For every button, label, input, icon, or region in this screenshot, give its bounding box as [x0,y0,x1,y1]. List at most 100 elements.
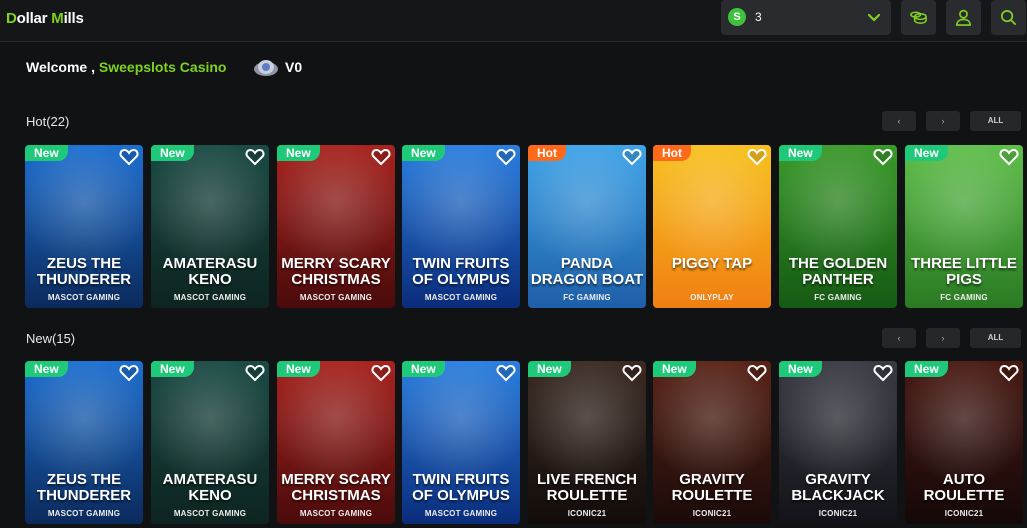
game-card[interactable]: New ZEUS THE THUNDERER MASCOT GAMING [25,145,143,308]
game-card[interactable]: New MERRY SCARY CHRISTMAS MASCOT GAMING [277,145,395,308]
game-badge: Hot [528,145,566,161]
game-card[interactable]: New AMATERASU KENO MASCOT GAMING [151,145,269,308]
game-provider: FC GAMING [563,293,611,302]
game-thumbnail [653,145,771,308]
vip-level-label: V0 [285,59,303,75]
game-badge: New [151,145,194,161]
favorite-heart-icon[interactable] [371,148,391,166]
favorite-heart-icon[interactable] [622,364,642,382]
game-badge: New [402,145,445,161]
game-card[interactable]: New ZEUS THE THUNDERER MASCOT GAMING [25,361,143,524]
logo-letter-m: M [51,10,64,27]
favorite-heart-icon[interactable] [496,364,516,382]
favorite-heart-icon[interactable] [245,148,265,166]
game-provider: ICONIC21 [692,509,732,518]
game-title: TWIN FRUITS OF OLYMPUS [412,471,510,504]
game-provider: ICONIC21 [944,509,984,518]
coin-balance-select[interactable]: S 3 [721,0,891,35]
favorite-heart-icon[interactable] [119,364,139,382]
game-badge: New [779,145,822,161]
favorite-heart-icon[interactable] [999,148,1019,166]
welcome-message: Welcome , Sweepslots Casino [26,59,226,75]
game-title: ZEUS THE THUNDERER [36,471,132,504]
game-title: GRAVITY ROULETTE [671,471,753,504]
game-title: PIGGY TAP [671,255,753,272]
search-icon [1000,9,1017,26]
game-title: PANDA DRAGON BOAT [530,255,644,288]
game-title: AUTO ROULETTE [923,471,1005,504]
coins-icon [910,11,927,24]
profile-button[interactable] [946,0,981,35]
new-next-button[interactable]: › [926,328,960,348]
game-badge: New [25,361,68,377]
hot-games-row: New ZEUS THE THUNDERER MASCOT GAMING New AMA… [0,145,1027,310]
game-provider: MASCOT GAMING [299,509,373,518]
favorite-heart-icon[interactable] [496,148,516,166]
favorite-heart-icon[interactable] [747,148,767,166]
favorite-heart-icon[interactable] [371,364,391,382]
game-provider: MASCOT GAMING [173,509,247,518]
game-badge: New [653,361,696,377]
game-card[interactable]: New GRAVITY BLACKJACK ICONIC21 [779,361,897,524]
search-button[interactable] [991,0,1026,35]
game-badge: New [905,145,948,161]
game-title: LIVE FRENCH ROULETTE [536,471,637,504]
game-title: MERRY SCARY CHRISTMAS [281,471,391,504]
game-provider: MASCOT GAMING [47,293,121,302]
favorite-heart-icon[interactable] [245,364,265,382]
game-badge: New [402,361,445,377]
game-title: MERRY SCARY CHRISTMAS [281,255,391,288]
favorite-heart-icon[interactable] [999,364,1019,382]
favorite-heart-icon[interactable] [119,148,139,166]
favorite-heart-icon[interactable] [622,148,642,166]
game-badge: New [151,361,194,377]
site-logo[interactable]: Dollar Mills [6,10,84,27]
game-card[interactable]: New TWIN FRUITS OF OLYMPUS MASCOT GAMING [402,361,520,524]
game-provider: MASCOT GAMING [47,509,121,518]
game-provider: FC GAMING [814,293,862,302]
logo-text-end: ills [63,10,84,27]
top-header: Dollar Mills S 3 [0,0,1027,42]
chevron-down-icon [867,13,881,22]
section-title-hot: Hot(22) [26,114,70,129]
game-badge: Hot [653,145,691,161]
game-title: TWIN FRUITS OF OLYMPUS [412,255,510,288]
game-provider: FC GAMING [940,293,988,302]
user-icon [956,9,971,26]
game-card[interactable]: Hot PIGGY TAP ONLYPLAY [653,145,771,308]
game-card[interactable]: New TWIN FRUITS OF OLYMPUS MASCOT GAMING [402,145,520,308]
game-card[interactable]: New MERRY SCARY CHRISTMAS MASCOT GAMING [277,361,395,524]
game-card[interactable]: New LIVE FRENCH ROULETTE ICONIC21 [528,361,646,524]
game-card[interactable]: New THE GOLDEN PANTHER FC GAMING [779,145,897,308]
favorite-heart-icon[interactable] [873,364,893,382]
game-badge: New [25,145,68,161]
game-badge: New [277,361,320,377]
favorite-heart-icon[interactable] [747,364,767,382]
game-title: THREE LITTLE PIGS [911,255,1017,288]
game-provider: MASCOT GAMING [424,293,498,302]
hot-prev-button[interactable]: ‹ [882,111,916,131]
game-badge: New [905,361,948,377]
wallet-button[interactable] [901,0,936,35]
coin-balance-value: 3 [755,10,762,24]
sweeps-coin-icon: S [728,8,746,26]
game-card[interactable]: New AMATERASU KENO MASCOT GAMING [151,361,269,524]
game-provider: MASCOT GAMING [424,509,498,518]
game-title: ZEUS THE THUNDERER [36,255,132,288]
hot-next-button[interactable]: › [926,111,960,131]
hot-all-button[interactable]: ALL [970,111,1021,131]
favorite-heart-icon[interactable] [873,148,893,166]
logo-letter-d: D [6,10,17,27]
game-provider: MASCOT GAMING [299,293,373,302]
game-badge: New [528,361,571,377]
game-card[interactable]: New AUTO ROULETTE ICONIC21 [905,361,1023,524]
game-card[interactable]: New GRAVITY ROULETTE ICONIC21 [653,361,771,524]
game-title: AMATERASU KENO [162,255,258,288]
game-title: GRAVITY BLACKJACK [791,471,885,504]
new-prev-button[interactable]: ‹ [882,328,916,348]
game-card[interactable]: Hot PANDA DRAGON BOAT FC GAMING [528,145,646,308]
new-games-row: New ZEUS THE THUNDERER MASCOT GAMING New AMA… [0,361,1027,526]
new-all-button[interactable]: ALL [970,328,1021,348]
game-card[interactable]: New THREE LITTLE PIGS FC GAMING [905,145,1023,308]
game-badge: New [277,145,320,161]
